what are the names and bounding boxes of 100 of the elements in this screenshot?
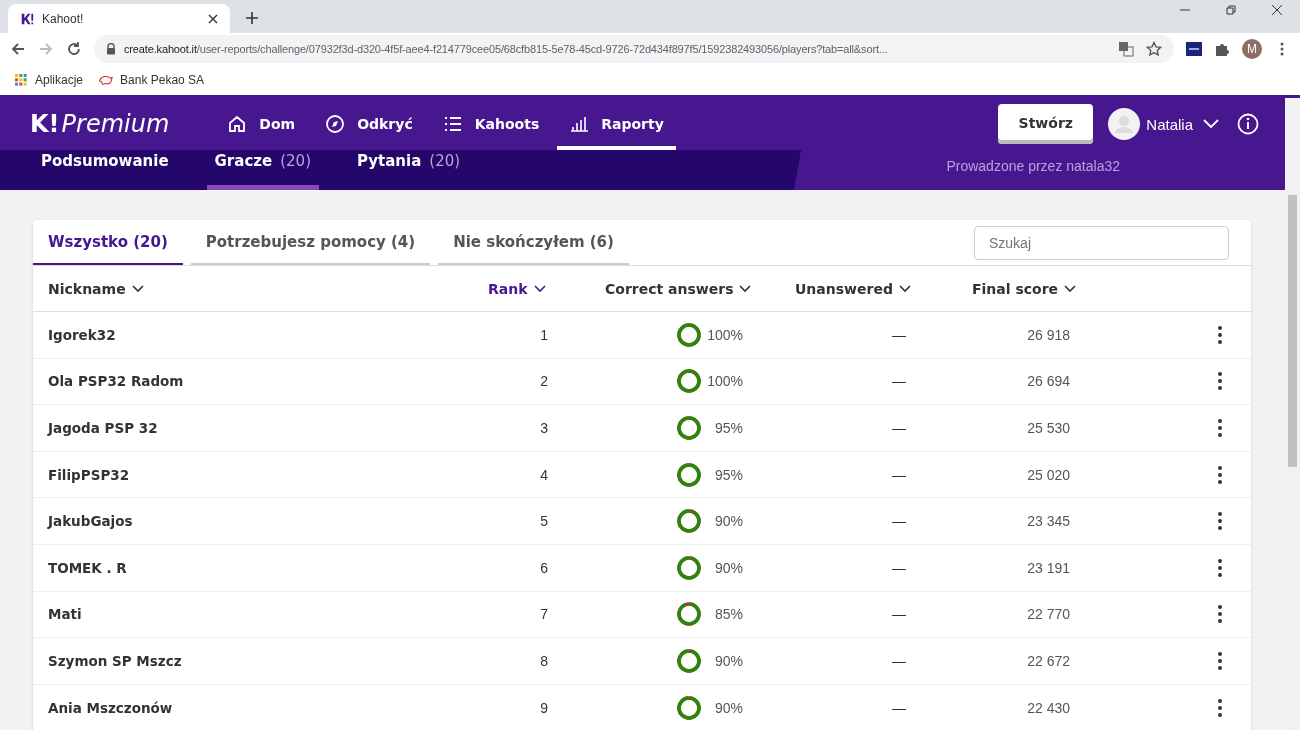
- close-icon[interactable]: [208, 13, 218, 24]
- more-icon[interactable]: [1217, 604, 1223, 625]
- score-cell: 26 918: [1027, 326, 1070, 343]
- accuracy-ring-icon: [676, 321, 702, 348]
- search-field[interactable]: Szukaj: [974, 225, 1229, 260]
- report-tab[interactable]: Podsumowanie: [33, 150, 177, 190]
- rank-cell: 5: [540, 513, 548, 530]
- rank-cell: 8: [540, 652, 548, 669]
- puzzle-icon[interactable]: [1214, 41, 1230, 57]
- user-menu[interactable]: Natalia: [1108, 108, 1219, 140]
- score-cell: 25 530: [1027, 420, 1070, 436]
- column-header[interactable]: Nickname: [48, 280, 144, 297]
- bookmark[interactable]: Bank Pekao SA: [99, 73, 205, 87]
- rank-cell: 6: [540, 559, 548, 576]
- chevron-down-icon: [131, 284, 144, 293]
- column-header[interactable]: Correct answers: [605, 280, 752, 297]
- score-cell: 22 430: [1027, 699, 1070, 716]
- accuracy-ring-icon: [676, 368, 702, 395]
- filter-tab[interactable]: Wszystko (20): [33, 220, 183, 265]
- bar-chart-icon: [569, 114, 590, 134]
- rank-cell: 9: [540, 699, 548, 716]
- chevron-down-icon: [898, 284, 911, 293]
- kahoot-logo-icon: [20, 11, 34, 26]
- translate-icon[interactable]: [1118, 41, 1134, 57]
- score-cell: 26 694: [1027, 373, 1070, 390]
- close-icon[interactable]: [1271, 4, 1283, 16]
- chevron-down-icon: [1203, 119, 1219, 129]
- player-name: FilipPSP32: [48, 466, 130, 483]
- reload-icon[interactable]: [66, 41, 82, 57]
- back-icon[interactable]: [10, 41, 26, 57]
- correct-percent: 90%: [713, 513, 743, 530]
- unanswered-cell: —: [892, 373, 906, 390]
- player-name: Szymon SP Mszcz: [48, 652, 182, 669]
- score-cell: 23 345: [1027, 513, 1070, 530]
- more-icon[interactable]: [1217, 324, 1223, 345]
- unanswered-cell: —: [892, 513, 906, 530]
- profile-avatar[interactable]: M: [1242, 39, 1262, 59]
- correct-percent: 95%: [713, 420, 743, 436]
- score-cell: 23 191: [1027, 559, 1070, 576]
- new-tab-icon[interactable]: [246, 12, 258, 24]
- more-icon[interactable]: [1217, 418, 1223, 438]
- unanswered-cell: —: [892, 652, 906, 669]
- unanswered-cell: —: [892, 420, 906, 436]
- restore-icon[interactable]: [1225, 4, 1237, 16]
- accuracy-ring-icon: [676, 508, 702, 535]
- host-label: Prowadzone przez natala32: [946, 158, 1120, 174]
- bookmark[interactable]: Aplikacje: [14, 73, 84, 87]
- report-tab[interactable]: Gracze (20): [206, 150, 319, 190]
- correct-percent: 100%: [706, 326, 743, 343]
- chevron-down-icon: [533, 284, 546, 293]
- report-tab[interactable]: Pytania (20): [349, 150, 469, 190]
- accuracy-ring-icon: [676, 601, 702, 628]
- info-icon[interactable]: [1237, 113, 1259, 135]
- avatar-icon: [1108, 108, 1141, 140]
- tab-title: Kahoot!: [42, 11, 85, 26]
- nav-link[interactable]: Odkryć: [313, 98, 425, 150]
- accuracy-ring-icon: [676, 694, 702, 721]
- more-icon[interactable]: [1217, 464, 1223, 485]
- correct-percent: 90%: [713, 559, 743, 576]
- chevron-down-icon: [1064, 284, 1077, 293]
- browser-tab[interactable]: Kahoot!: [8, 4, 230, 33]
- rank-cell: 3: [540, 420, 548, 436]
- nav-link[interactable]: Kahoots: [430, 98, 552, 150]
- accuracy-ring-icon: [676, 647, 702, 674]
- filter-tab[interactable]: Potrzebujesz pomocy (4): [190, 220, 431, 265]
- rank-cell: 1: [540, 326, 548, 343]
- player-name: TOMEK . R: [48, 559, 127, 576]
- player-name: JakubGajos: [48, 513, 133, 530]
- nav-link[interactable]: Dom: [215, 98, 308, 150]
- extension-icon[interactable]: [1186, 41, 1202, 57]
- player-name: Mati: [48, 606, 82, 623]
- chevron-down-icon: [739, 284, 752, 293]
- correct-percent: 100%: [706, 373, 743, 390]
- unanswered-cell: —: [892, 699, 906, 716]
- score-cell: 22 770: [1027, 606, 1070, 623]
- column-header[interactable]: Rank: [488, 280, 546, 297]
- scrollbar-thumb[interactable]: [1288, 195, 1297, 467]
- correct-percent: 85%: [713, 606, 743, 623]
- score-cell: 25 020: [1027, 466, 1070, 483]
- rank-cell: 2: [540, 373, 548, 390]
- compass-icon: [325, 114, 346, 134]
- more-icon[interactable]: [1217, 511, 1223, 532]
- column-header[interactable]: Final score: [972, 280, 1077, 297]
- star-icon[interactable]: [1146, 41, 1162, 57]
- filter-tab[interactable]: Nie skończyłem (6): [438, 220, 629, 265]
- correct-percent: 90%: [713, 699, 743, 716]
- more-icon[interactable]: [1217, 557, 1223, 578]
- unanswered-cell: —: [892, 606, 906, 623]
- player-name: Igorek32: [48, 326, 116, 343]
- unanswered-cell: —: [892, 559, 906, 576]
- column-header[interactable]: Unanswered: [795, 280, 911, 297]
- correct-percent: 90%: [713, 652, 743, 669]
- address-bar[interactable]: create.kahoot.it/user-reports/challenge/07932f3d-d320-4f5f-aee4-f214779cee05/68cfb815-5e78-45cd-9726-72d434f897f5/1592382493056/players?tab=all&sort...: [94, 35, 1174, 63]
- player-name: Jagoda PSP 32: [48, 420, 158, 436]
- create-button[interactable]: Stwórz: [998, 104, 1094, 144]
- rank-cell: 4: [540, 466, 548, 483]
- more-icon[interactable]: [1217, 371, 1223, 392]
- more-icon[interactable]: [1217, 697, 1223, 718]
- logo[interactable]: K!Premium: [30, 110, 170, 138]
- more-icon[interactable]: [1217, 650, 1223, 671]
